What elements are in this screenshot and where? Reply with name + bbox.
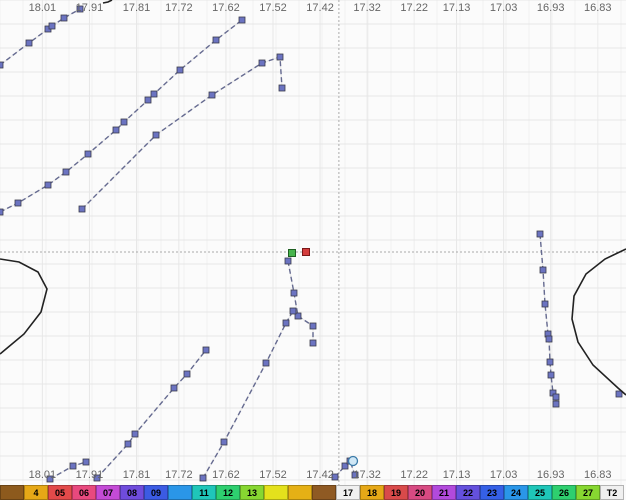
color-swatch[interactable]: 4	[24, 485, 48, 500]
color-swatch[interactable]: 22	[456, 485, 480, 500]
color-swatch-row: 4 05 06 07 08 09 11 12 13 17 18 19 20 21 22 23 24 25 26 27 T…	[0, 485, 624, 500]
swatch-label: 13	[247, 488, 257, 498]
tick-bottom: 17.22	[400, 469, 428, 481]
tick-top: 18.01	[29, 2, 57, 14]
color-swatch[interactable]	[312, 485, 336, 500]
tick-bottom: 18.01	[29, 469, 57, 481]
swatch-label: 23	[487, 488, 497, 498]
color-swatch[interactable]: 05	[48, 485, 72, 500]
swatch-label: 18	[367, 488, 377, 498]
swatch-label: 26	[559, 488, 569, 498]
color-swatch[interactable]: 12	[216, 485, 240, 500]
tick-top: 17.42	[306, 2, 334, 14]
swatch-label: 24	[511, 488, 521, 498]
tick-top: 17.52	[259, 2, 287, 14]
swatch-label: 11	[199, 488, 209, 498]
tick-bottom: 16.93	[537, 469, 565, 481]
tick-top: 17.32	[353, 2, 381, 14]
tick-bottom: 17.32	[353, 469, 381, 481]
swatch-label: 17	[343, 488, 353, 498]
swatch-label: 20	[415, 488, 425, 498]
color-swatch[interactable]: 27	[576, 485, 600, 500]
swatch-label: 12	[223, 488, 233, 498]
color-swatch[interactable]: 07	[96, 485, 120, 500]
swatch-label: 21	[439, 488, 449, 498]
swatch-label: 19	[391, 488, 401, 498]
tick-bottom: 17.62	[212, 469, 240, 481]
color-swatch[interactable]: 23	[480, 485, 504, 500]
tick-top: 17.91	[76, 2, 104, 14]
swatch-label: 4	[33, 488, 38, 498]
color-swatch[interactable]	[168, 485, 192, 500]
tick-bottom: 17.91	[76, 469, 104, 481]
axis-ticks-bottom: 18.01 17.91 17.81 17.72 17.62 17.52 17.42 17.32…	[0, 469, 626, 483]
tick-top: 17.22	[400, 2, 428, 14]
tick-bottom: 17.13	[443, 469, 471, 481]
tick-bottom: 17.52	[259, 469, 287, 481]
swatch-label: 27	[583, 488, 593, 498]
color-swatch[interactable]: 19	[384, 485, 408, 500]
swatch-label: 08	[127, 488, 137, 498]
swatch-label: T2	[607, 488, 618, 498]
tick-top: 17.03	[490, 2, 518, 14]
crosshair	[0, 0, 626, 485]
color-swatch[interactable]: 20	[408, 485, 432, 500]
chart-canvas[interactable]: 18.01 17.91 17.81 17.72 17.62 17.52 17.42 17.32…	[0, 0, 626, 500]
color-swatch[interactable]	[0, 485, 24, 500]
color-swatch[interactable]: 17	[336, 485, 360, 500]
color-swatch[interactable]: 18	[360, 485, 384, 500]
tick-bottom: 17.42	[306, 469, 334, 481]
swatch-label: 22	[463, 488, 473, 498]
axis-ticks-top: 18.01 17.91 17.81 17.72 17.62 17.52 17.42 17.32…	[0, 0, 626, 16]
tick-bottom: 17.03	[490, 469, 518, 481]
color-swatch[interactable]	[288, 485, 312, 500]
color-swatch[interactable]: 06	[72, 485, 96, 500]
tick-top: 17.62	[212, 2, 240, 14]
grid	[0, 0, 626, 485]
swatch-label: 05	[55, 488, 65, 498]
color-swatch[interactable]: 13	[240, 485, 264, 500]
tick-top: 16.93	[537, 2, 565, 14]
color-swatch[interactable]: 24	[504, 485, 528, 500]
plot-svg	[0, 0, 626, 500]
color-swatch[interactable]: 21	[432, 485, 456, 500]
color-swatch[interactable]: 09	[144, 485, 168, 500]
tick-top: 17.13	[443, 2, 471, 14]
color-swatch[interactable]	[264, 485, 288, 500]
tick-top: 17.81	[123, 2, 151, 14]
tick-top: 17.72	[165, 2, 193, 14]
color-swatch[interactable]: 26	[552, 485, 576, 500]
swatch-label: 25	[535, 488, 545, 498]
swatch-label: 06	[79, 488, 89, 498]
swatch-label: 07	[103, 488, 113, 498]
tick-bottom: 16.83	[584, 469, 612, 481]
color-swatch[interactable]: 08	[120, 485, 144, 500]
swatch-label: 09	[151, 488, 161, 498]
color-swatch[interactable]: 11	[192, 485, 216, 500]
tick-top: 16.83	[584, 2, 612, 14]
color-swatch[interactable]: 25	[528, 485, 552, 500]
tick-bottom: 17.81	[123, 469, 151, 481]
color-swatch[interactable]: T2	[600, 485, 624, 500]
tick-bottom: 17.72	[165, 469, 193, 481]
